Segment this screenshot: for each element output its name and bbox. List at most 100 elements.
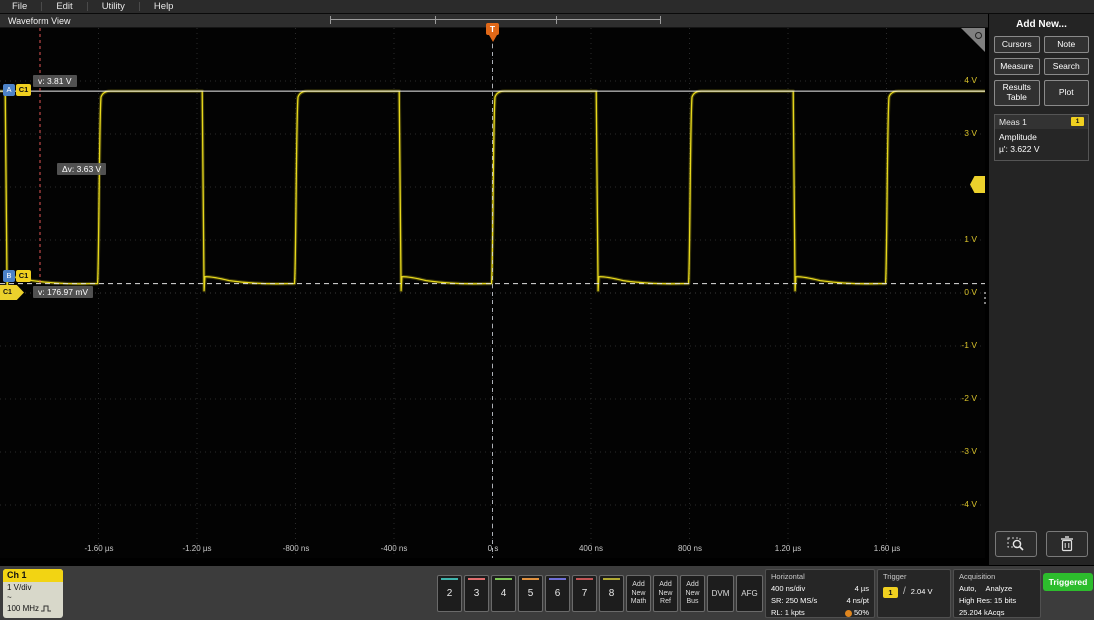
acquisition-panel-title: Acquisition <box>959 572 1035 581</box>
position-knob-icon <box>845 610 852 617</box>
cursor-b-source-badge: C1 <box>16 270 31 282</box>
trigger-level-value: 2.04 V <box>911 586 933 598</box>
measurement-badge[interactable]: Meas 1 1 Amplitude µ': 3.622 V <box>994 114 1089 161</box>
channel-number: 5 <box>519 588 542 599</box>
trigger-arrow-icon <box>489 35 497 42</box>
panel-splitter-handle[interactable] <box>984 292 986 304</box>
cursor-a-handle[interactable]: A <box>3 84 15 96</box>
channel-number: 6 <box>546 588 569 599</box>
y-axis-label: -3 V <box>961 446 977 456</box>
measurement-value: µ': 3.622 V <box>999 143 1084 155</box>
menu-help[interactable]: Help <box>154 1 188 12</box>
add-bus-line: Bus <box>686 598 698 606</box>
menu-separator <box>87 2 88 11</box>
add-math-line: Math <box>631 598 647 606</box>
zoom-tool-button[interactable] <box>995 531 1037 557</box>
x-axis-label: 400 ns <box>563 544 619 553</box>
magnifier-icon <box>975 32 982 39</box>
add-bus-line: New <box>685 590 699 598</box>
waveform-plot[interactable]: 4 V 3 V 1 V 0 V -1 V -2 V -3 V -4 V -1.6… <box>0 28 985 558</box>
cursors-button[interactable]: Cursors <box>994 36 1040 53</box>
trigger-source-badge: 1 <box>883 587 898 598</box>
add-ref-line: Ref <box>660 598 671 606</box>
x-axis-label: -400 ns <box>366 544 422 553</box>
y-axis-label: 0 V <box>964 287 977 297</box>
measure-button[interactable]: Measure <box>994 58 1040 75</box>
channel-color-bar <box>441 578 458 580</box>
magnifier-box-icon <box>1007 536 1025 552</box>
settings-bar: Ch 1 1 V/div ~ 100 MHz 2 3 4 5 6 7 8 Add… <box>0 565 1094 620</box>
menu-bar: File Edit Utility Help <box>0 0 1094 14</box>
menu-file[interactable]: File <box>12 1 41 12</box>
channel-6-button[interactable]: 6 <box>545 575 570 612</box>
horizontal-settings-panel[interactable]: Horizontal 400 ns/div 4 µs SR: 250 MS/s … <box>765 569 875 618</box>
plot-button[interactable]: Plot <box>1044 80 1090 106</box>
results-table-button[interactable]: Results Table <box>994 80 1040 106</box>
horizontal-panel-title: Horizontal <box>771 572 869 581</box>
y-axis-label: 1 V <box>964 234 977 244</box>
channel-3-button[interactable]: 3 <box>464 575 489 612</box>
record-length: RL: 1 kpts <box>771 607 805 619</box>
channel-1-bandwidth: 100 MHz <box>3 603 63 614</box>
x-axis-label: 1.60 µs <box>859 544 915 553</box>
channel-color-bar <box>468 578 485 580</box>
menu-separator <box>139 2 140 11</box>
cursor-b-handle[interactable]: B <box>3 270 15 282</box>
channel-8-button[interactable]: 8 <box>599 575 624 612</box>
trash-icon <box>1060 536 1074 552</box>
add-math-line: Add <box>632 581 644 589</box>
trigger-position-marker[interactable]: T <box>486 23 499 42</box>
y-axis-label: -1 V <box>961 340 977 350</box>
trigger-panel-title: Trigger <box>883 572 945 581</box>
channel-number: 3 <box>465 588 488 599</box>
trigger-t-icon: T <box>486 23 499 35</box>
x-axis-label: -1.20 µs <box>169 544 225 553</box>
measurement-source-badge: 1 <box>1071 117 1084 126</box>
cursor-delta-readout: Δv: 3.63 V <box>57 163 106 175</box>
add-new-ref-button[interactable]: Add New Ref <box>653 575 678 612</box>
trigger-settings-panel[interactable]: Trigger 1 / 2.04 V <box>877 569 951 618</box>
channel-color-bar <box>603 578 620 580</box>
add-new-math-button[interactable]: Add New Math <box>626 575 651 612</box>
channel-1-badge[interactable]: Ch 1 1 V/div ~ 100 MHz <box>3 569 63 618</box>
channel-4-button[interactable]: 4 <box>491 575 516 612</box>
waveform-view: Waveform View T 4 V 3 V 1 V 0 V -1 V -2 … <box>0 14 988 565</box>
y-axis-label: 3 V <box>964 128 977 138</box>
record-view-tick <box>435 16 436 24</box>
dvm-button[interactable]: DVM <box>707 575 734 612</box>
draw-zoom-corner[interactable] <box>961 28 985 52</box>
channel-2-button[interactable]: 2 <box>437 575 462 612</box>
record-view-tick <box>330 16 331 24</box>
x-axis-label: 1.20 µs <box>760 544 816 553</box>
note-button[interactable]: Note <box>1044 36 1090 53</box>
rising-slope-icon: / <box>903 586 906 598</box>
channel-1-scale: 1 V/div <box>3 582 63 593</box>
menu-utility[interactable]: Utility <box>102 1 139 12</box>
waveform-canvas <box>0 28 985 558</box>
channel-7-button[interactable]: 7 <box>572 575 597 612</box>
acquisition-detail: High Res: 15 bits <box>959 595 1016 607</box>
acquisition-analyze: Analyze <box>986 583 1013 595</box>
channel-number: 2 <box>438 588 461 599</box>
sample-rate: SR: 250 MS/s <box>771 595 817 607</box>
search-button[interactable]: Search <box>1044 58 1090 75</box>
acquisition-count: 25.204 kAcqs <box>959 607 1004 619</box>
channel-5-button[interactable]: 5 <box>518 575 543 612</box>
record-view-tick <box>660 16 661 24</box>
horizontal-position: 50% <box>854 607 869 619</box>
menu-separator <box>41 2 42 11</box>
afg-button[interactable]: AFG <box>736 575 763 612</box>
channel-number: 4 <box>492 588 515 599</box>
waveform-view-title: Waveform View <box>8 16 71 26</box>
x-axis-label: -800 ns <box>268 544 324 553</box>
bandwidth-icon <box>41 605 51 612</box>
add-new-title: Add New... <box>989 19 1094 30</box>
channel-1-label: Ch 1 <box>3 569 63 582</box>
delete-button[interactable] <box>1046 531 1088 557</box>
record-view-tick <box>556 16 557 24</box>
x-axis-label: 0 s <box>465 544 521 553</box>
menu-edit[interactable]: Edit <box>56 1 86 12</box>
add-new-bus-button[interactable]: Add New Bus <box>680 575 705 612</box>
channel-color-bar <box>522 578 539 580</box>
acquisition-settings-panel[interactable]: Acquisition Auto, Analyze High Res: 15 b… <box>953 569 1041 618</box>
